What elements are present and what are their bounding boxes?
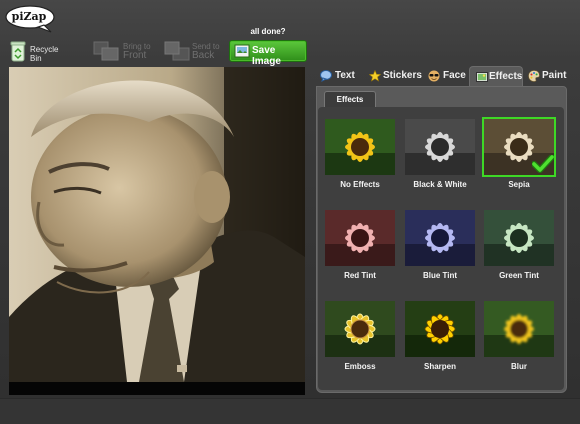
send-to-back-button[interactable]: Send to Back [163, 40, 223, 64]
bring-to-front-button[interactable]: Bring to Front [92, 40, 152, 64]
effect-blur[interactable] [484, 301, 554, 357]
bring-to-front-icon [93, 41, 119, 61]
effect-no-effects[interactable] [325, 119, 395, 175]
sunflower-thumbnail [325, 301, 395, 357]
photo-canvas[interactable] [9, 67, 305, 395]
recycle-label-2: Bin [30, 54, 42, 63]
palette-icon [528, 70, 540, 82]
tab-effects[interactable]: Effects [469, 66, 523, 87]
effect-green-tint[interactable] [484, 210, 554, 266]
subtab-effects[interactable]: Effects [324, 91, 376, 108]
effect-label: Black & White [413, 180, 467, 189]
send-to-back-icon [164, 41, 190, 61]
logo-text: piZap [11, 10, 47, 23]
recycle-bin-icon [10, 41, 26, 62]
effect-sepia[interactable] [482, 117, 556, 177]
speech-bubble-icon [320, 70, 332, 82]
save-image-label: Save Image [252, 45, 281, 67]
effect-label: Blue Tint [422, 271, 458, 280]
star-icon [369, 70, 381, 82]
tab-paint[interactable]: Paint [522, 66, 574, 86]
effect-blue-tint[interactable] [405, 210, 475, 266]
sunflower-thumbnail [405, 119, 475, 175]
effect-label: Emboss [344, 362, 376, 371]
checkmark-icon [532, 155, 554, 173]
recycle-bin-button[interactable]: Recycle Bin [10, 40, 70, 66]
sunflower-thumbnail [405, 301, 475, 357]
pizap-logo[interactable]: piZap [4, 4, 58, 33]
sunflower-thumbnail [484, 301, 554, 357]
tab-text[interactable]: Text [314, 66, 360, 86]
tab-text-label: Text [335, 70, 355, 81]
tab-face[interactable]: Face [422, 66, 468, 86]
sunglasses-face-icon [428, 70, 440, 82]
effect-label: Sepia [508, 180, 530, 189]
tab-face-label: Face [443, 70, 466, 81]
effect-label: Red Tint [344, 271, 376, 280]
all-done-label: all done? [250, 27, 286, 36]
effect-label: No Effects [340, 180, 380, 189]
effects-grid: No Effects Black & White Sepia Red Tint … [318, 107, 564, 390]
bring-front-line2: Front [123, 50, 147, 61]
save-image-icon [234, 44, 250, 58]
recycle-label-1: Recycle [30, 45, 59, 54]
tab-stickers-label: Stickers [383, 70, 422, 81]
tab-effects-label: Effects [489, 71, 523, 82]
effect-label: Green Tint [499, 271, 539, 280]
effect-label: Sharpen [423, 362, 456, 371]
send-back-line2: Back [192, 50, 215, 61]
tab-paint-label: Paint [542, 70, 567, 81]
tool-tabs: Text Stickers Face Effects Paint [314, 66, 580, 87]
effects-panel: Effects No Effects Black & White Sepia R… [316, 86, 567, 393]
pizap-editor: piZap Recycle Bin Bring to Front Send to… [0, 0, 580, 424]
effect-black-white[interactable] [405, 119, 475, 175]
effect-red-tint[interactable] [325, 210, 395, 266]
sunflower-thumbnail [325, 119, 395, 175]
effect-label: Blur [511, 362, 527, 371]
effect-sharpen[interactable] [405, 301, 475, 357]
sunflower-thumbnail [405, 210, 475, 266]
edited-photo[interactable] [9, 67, 305, 395]
bottom-bar [0, 398, 580, 424]
photo-effects-icon [476, 72, 488, 82]
tab-stickers[interactable]: Stickers [363, 66, 422, 86]
save-image-button[interactable]: Save Image [229, 40, 307, 67]
sunflower-thumbnail [325, 210, 395, 266]
effect-emboss[interactable] [325, 301, 395, 357]
sunflower-thumbnail [484, 210, 554, 266]
